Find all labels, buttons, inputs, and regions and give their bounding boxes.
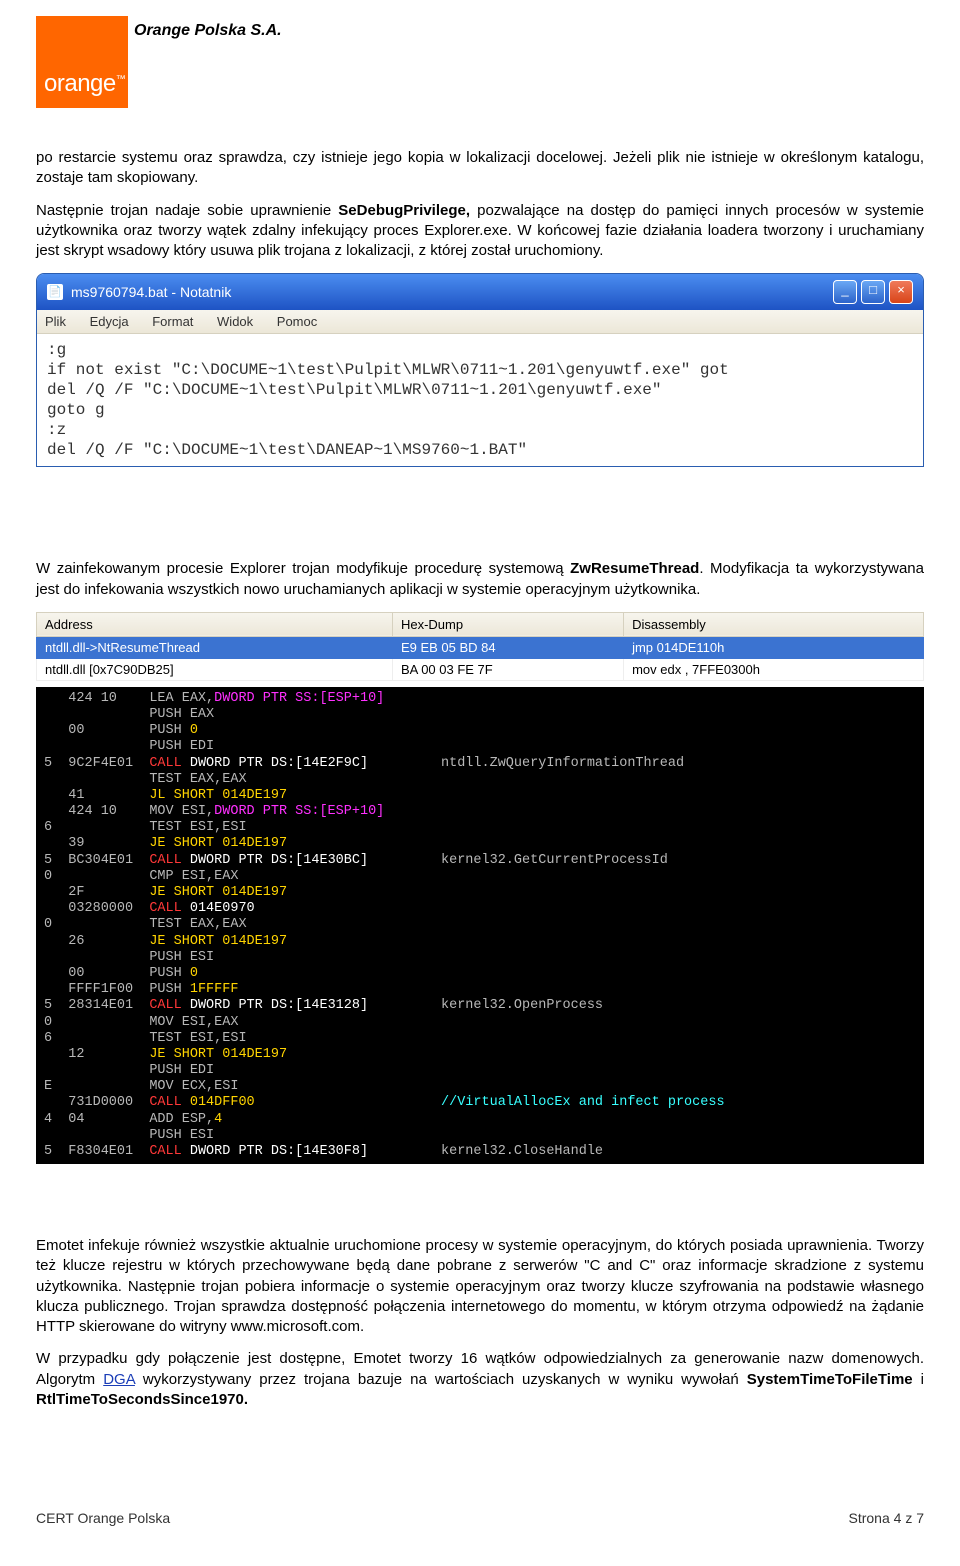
footer-left: CERT Orange Polska xyxy=(36,1510,170,1526)
menu-view[interactable]: Widok xyxy=(217,314,253,329)
document-header: orange™ Orange Polska S.A. xyxy=(36,16,924,108)
maximize-button[interactable]: □ xyxy=(861,280,885,304)
notepad-content[interactable]: :g if not exist "C:\DOCUME~1\test\Pulpit… xyxy=(37,334,923,466)
menu-edit[interactable]: Edycja xyxy=(90,314,129,329)
footer-right: Strona 4 z 7 xyxy=(849,1510,925,1526)
table-row[interactable]: ntdll.dll [0x7C90DB25]BA 00 03 FE 7Fmov … xyxy=(37,658,924,680)
notepad-icon: 📄 xyxy=(47,284,63,300)
minimize-button[interactable]: _ xyxy=(833,280,857,304)
menu-format[interactable]: Format xyxy=(152,314,193,329)
paragraph-1: po restarcie systemu oraz sprawdza, czy … xyxy=(36,148,924,189)
trademark-icon: ™ xyxy=(116,74,126,85)
zwresumethread: ZwResumeThread xyxy=(570,560,699,577)
col-hexdump[interactable]: Hex-Dump xyxy=(392,612,623,636)
logo-text: orange xyxy=(44,70,116,97)
window-titlebar[interactable]: 📄 ms9760794.bat - Notatnik _ □ × xyxy=(37,274,923,310)
systemtimetofiletime: SystemTimeToFileTime xyxy=(747,1371,913,1388)
sedebugprivilege: SeDebugPrivilege, xyxy=(338,202,470,219)
window-title: ms9760794.bat - Notatnik xyxy=(71,284,231,300)
debugger-dump: 424 10 LEA EAX,DWORD PTR SS:[ESP+10] PUS… xyxy=(36,687,924,1164)
col-disassembly[interactable]: Disassembly xyxy=(624,612,924,636)
dga-link[interactable]: DGA xyxy=(103,1371,135,1388)
company-name: Orange Polska S.A. xyxy=(134,22,282,40)
table-row[interactable]: ntdll.dll->NtResumeThreadE9 EB 05 BD 84j… xyxy=(37,636,924,658)
disassembly-table: Address Hex-Dump Disassembly ntdll.dll->… xyxy=(36,612,924,681)
rtltimetoseconds: RtlTimeToSecondsSince1970. xyxy=(36,1391,248,1408)
paragraph-3: W zainfekowanym procesie Explorer trojan… xyxy=(36,559,924,600)
menu-help[interactable]: Pomoc xyxy=(277,314,317,329)
paragraph-4: Emotet infekuje również wszystkie aktual… xyxy=(36,1236,924,1337)
close-button[interactable]: × xyxy=(889,280,913,304)
notepad-menu: Plik Edycja Format Widok Pomoc xyxy=(37,310,923,334)
menu-file[interactable]: Plik xyxy=(45,314,66,329)
page-footer: CERT Orange Polska Strona 4 z 7 xyxy=(36,1510,924,1526)
notepad-window: 📄 ms9760794.bat - Notatnik _ □ × Plik Ed… xyxy=(36,273,924,467)
paragraph-2: Następnie trojan nadaje sobie uprawnieni… xyxy=(36,201,924,262)
paragraph-5: W przypadku gdy połączenie jest dostępne… xyxy=(36,1349,924,1410)
col-address[interactable]: Address xyxy=(37,612,393,636)
orange-logo: orange™ xyxy=(36,16,128,108)
